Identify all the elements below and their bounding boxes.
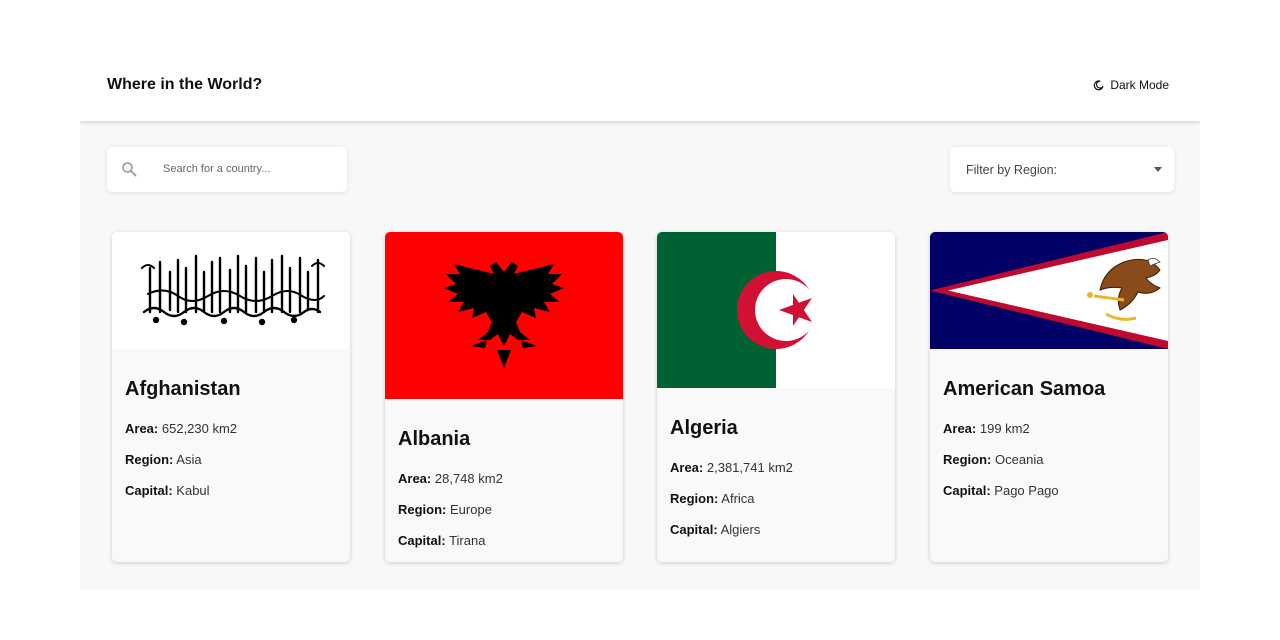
country-area: Area: 652,230 km2	[125, 421, 340, 437]
region-label: Region:	[943, 452, 992, 467]
app-title: Where in the World?	[107, 76, 263, 93]
country-info: Albania Area: 28,748 km2 Region: Europe …	[398, 428, 613, 562]
region-value: Europe	[450, 502, 492, 517]
country-region: Region: Europe	[398, 502, 613, 518]
country-card-american-samoa[interactable]: American Samoa Area: 199 km2 Region: Oce…	[930, 232, 1168, 562]
country-capital: Capital: Algiers	[670, 522, 885, 538]
dark-mode-toggle[interactable]: Dark Mode	[1093, 78, 1169, 92]
country-area: Area: 199 km2	[943, 421, 1158, 437]
american-samoa-flag	[930, 232, 1168, 349]
header: Where in the World? Dark Mode	[80, 40, 1200, 121]
area-value: 2,381,741 km2	[706, 460, 793, 475]
country-card-albania[interactable]: Albania Area: 28,748 km2 Region: Europe …	[385, 232, 623, 562]
area-value: 28,748 km2	[434, 471, 503, 486]
region-filter-select[interactable]: Filter by Region:	[950, 147, 1174, 192]
region-label: Region:	[398, 502, 447, 517]
country-name: Algeria	[670, 417, 738, 439]
area-label: Area:	[125, 421, 159, 436]
caret-down-icon	[1154, 167, 1162, 172]
capital-value: Pago Pago	[994, 483, 1059, 498]
capital-value: Algiers	[720, 522, 761, 537]
area-value: 652,230 km2	[161, 421, 238, 436]
country-name: Albania	[398, 428, 471, 450]
capital-label: Capital:	[943, 483, 991, 498]
country-info: American Samoa Area: 199 km2 Region: Oce…	[943, 378, 1158, 514]
region-label: Region:	[125, 452, 174, 467]
region-filter-label: Filter by Region:	[966, 163, 1058, 177]
dark-mode-label: Dark Mode	[1110, 78, 1169, 92]
country-card-algeria[interactable]: Algeria Area: 2,381,741 km2 Region: Afri…	[657, 232, 895, 562]
capital-value: Kabul	[176, 483, 210, 498]
app-container: Where in the World? Dark Mode Filter by …	[80, 40, 1200, 589]
country-capital: Capital: Tirana	[398, 533, 613, 549]
region-value: Asia	[176, 452, 202, 467]
area-value: 199 km2	[979, 421, 1030, 436]
moon-icon	[1094, 79, 1104, 90]
afghanistan-flag	[112, 232, 350, 349]
search-icon	[122, 162, 137, 177]
search-input[interactable]	[163, 159, 333, 179]
region-value: Africa	[721, 491, 755, 506]
capital-value: Tirana	[449, 533, 486, 548]
algeria-flag	[657, 232, 895, 388]
country-name: Afghanistan	[125, 378, 241, 400]
area-label: Area:	[670, 460, 704, 475]
country-region: Region: Asia	[125, 452, 340, 468]
region-value: Oceania	[995, 452, 1044, 467]
country-info: Algeria Area: 2,381,741 km2 Region: Afri…	[670, 417, 885, 553]
albania-flag	[385, 232, 623, 399]
area-label: Area:	[398, 471, 432, 486]
capital-label: Capital:	[398, 533, 446, 548]
country-region: Region: Africa	[670, 491, 885, 507]
country-area: Area: 2,381,741 km2	[670, 460, 885, 476]
capital-label: Capital:	[670, 522, 718, 537]
country-region: Region: Oceania	[943, 452, 1158, 468]
search-box	[107, 147, 347, 192]
country-card-afghanistan[interactable]: Afghanistan Area: 652,230 km2 Region: As…	[112, 232, 350, 562]
capital-label: Capital:	[125, 483, 173, 498]
country-area: Area: 28,748 km2	[398, 471, 613, 487]
country-capital: Capital: Pago Pago	[943, 483, 1158, 499]
region-label: Region:	[670, 491, 719, 506]
country-name: American Samoa	[943, 378, 1106, 400]
area-label: Area:	[943, 421, 977, 436]
country-info: Afghanistan Area: 652,230 km2 Region: As…	[125, 378, 340, 514]
country-capital: Capital: Kabul	[125, 483, 340, 499]
